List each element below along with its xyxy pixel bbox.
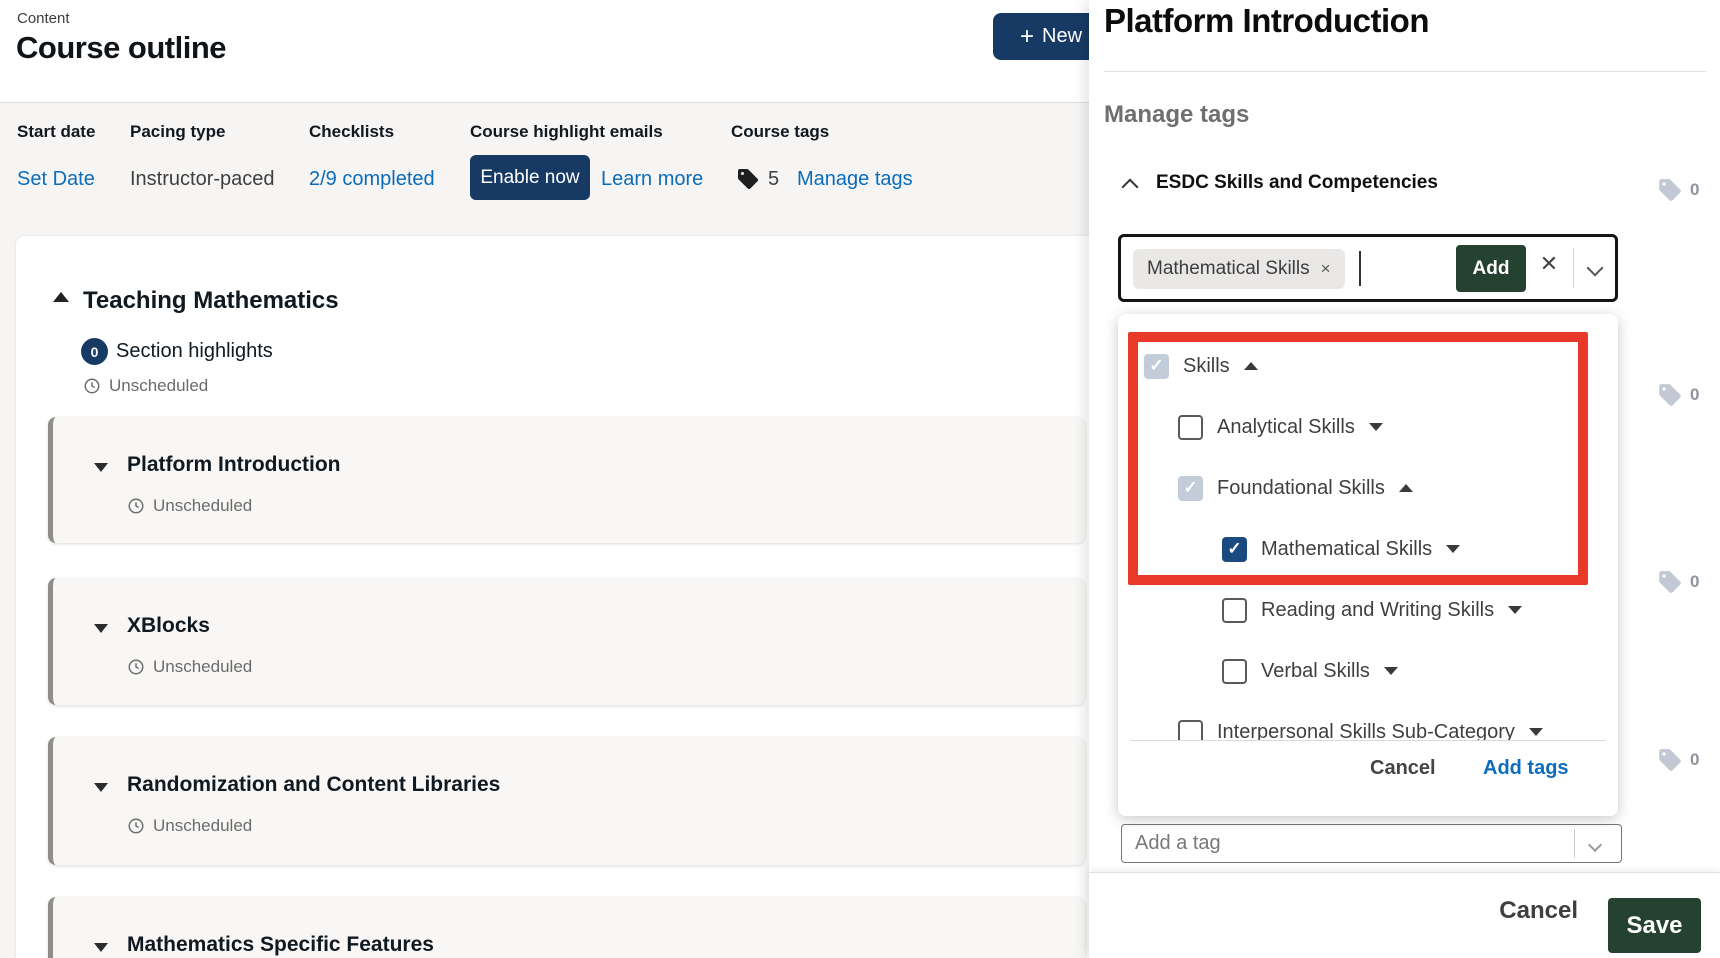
expand-subsection-icon[interactable] [94, 943, 108, 952]
add-button[interactable]: Add [1456, 245, 1526, 292]
expand-subsection-icon[interactable] [94, 463, 108, 472]
tag-option-verbal-skills[interactable]: Verbal Skills [1222, 656, 1398, 686]
clock-icon [83, 377, 101, 395]
subsection-title[interactable]: Platform Introduction [127, 453, 341, 477]
dropdown-cancel-button[interactable]: Cancel [1370, 757, 1436, 780]
collapse-taxonomy-icon[interactable] [1124, 180, 1136, 198]
tag-icon [1657, 569, 1683, 595]
divider [1573, 248, 1574, 288]
tag-option-reading-writing-skills[interactable]: Reading and Writing Skills [1222, 595, 1522, 625]
section-highlights-badge: 0 [81, 338, 108, 365]
tag-dropdown: ✓ Skills Analytical Skills ✓ Foundationa… [1118, 314, 1618, 816]
set-date-link[interactable]: Set Date [17, 168, 95, 191]
clock-icon [127, 817, 145, 835]
subsection-title[interactable]: XBlocks [127, 614, 210, 638]
page-title: Course outline [16, 30, 226, 66]
plus-icon: + [1020, 25, 1034, 49]
checklists-link[interactable]: 2/9 completed [309, 168, 435, 191]
tag-option-interpersonal-skills[interactable]: Interpersonal Skills Sub-Category [1178, 717, 1543, 740]
drawer-footer: Cancel Save [1089, 872, 1720, 958]
expand-subsection-icon[interactable] [94, 624, 108, 633]
new-button-label: New [1042, 25, 1082, 48]
tag-icon [736, 167, 760, 191]
divider [1574, 829, 1575, 858]
expand-icon[interactable] [1529, 728, 1543, 736]
tag-icon [1657, 177, 1683, 203]
tag-combobox[interactable]: Mathematical Skills × Add ✕ [1118, 234, 1618, 302]
checkbox-checked[interactable]: ✓ [1222, 537, 1247, 562]
cancel-button[interactable]: Cancel [1499, 897, 1578, 925]
clear-icon[interactable]: ✕ [1533, 251, 1565, 277]
divider [1130, 740, 1606, 741]
collapse-icon[interactable] [1244, 362, 1258, 370]
start-date-label: Start date [17, 122, 95, 142]
expand-icon[interactable] [1508, 606, 1522, 614]
subsection-card-randomization[interactable]: Randomization and Content Libraries Unsc… [48, 737, 1085, 865]
clock-icon [127, 658, 145, 676]
expand-subsection-icon[interactable] [94, 783, 108, 792]
section-schedule: Unscheduled [83, 376, 208, 396]
course-tags-label: Course tags [731, 122, 829, 142]
expand-icon[interactable] [1369, 423, 1383, 431]
save-button[interactable]: Save [1608, 898, 1701, 953]
dropdown-add-tags-button[interactable]: Add tags [1483, 757, 1569, 780]
chevron-down-icon[interactable] [1589, 261, 1601, 279]
taxonomy-tag-count: 0 [1657, 569, 1699, 595]
subsection-schedule: Unscheduled [127, 496, 252, 516]
manage-tags-heading: Manage tags [1104, 101, 1249, 129]
tag-option-skills[interactable]: ✓ Skills [1144, 351, 1258, 381]
remove-chip-icon[interactable]: × [1321, 259, 1331, 279]
subsection-schedule: Unscheduled [127, 657, 252, 677]
subsection-card-xblocks[interactable]: XBlocks Unscheduled [48, 578, 1085, 705]
tag-option-mathematical-skills[interactable]: ✓ Mathematical Skills [1222, 534, 1460, 564]
breadcrumb: Content [17, 10, 70, 27]
learn-more-link[interactable]: Learn more [601, 168, 703, 191]
expand-icon[interactable] [1384, 667, 1398, 675]
subsection-card-platform-introduction[interactable]: Platform Introduction Unscheduled [48, 417, 1085, 543]
subsection-schedule: Unscheduled [127, 816, 252, 836]
text-cursor [1359, 251, 1361, 286]
manage-tags-link[interactable]: Manage tags [797, 168, 913, 191]
course-outline-page: Content Course outline + New Start date … [0, 0, 1720, 958]
clock-icon [127, 497, 145, 515]
pacing-type-value: Instructor-paced [130, 168, 275, 191]
subsection-card-mathematics-features[interactable]: Mathematics Specific Features [48, 897, 1085, 958]
enable-now-button[interactable]: Enable now [470, 155, 590, 200]
collapse-icon[interactable] [1399, 484, 1413, 492]
selected-tag-chip: Mathematical Skills × [1133, 249, 1345, 289]
subsection-title[interactable]: Randomization and Content Libraries [127, 773, 500, 797]
chevron-down-icon[interactable] [1590, 837, 1600, 855]
subsection-title[interactable]: Mathematics Specific Features [127, 933, 434, 957]
taxonomy-tag-count: 0 [1657, 382, 1699, 408]
pacing-type-label: Pacing type [130, 122, 225, 142]
tag-tree: ✓ Skills Analytical Skills ✓ Foundationa… [1118, 314, 1618, 740]
highlight-emails-label: Course highlight emails [470, 122, 663, 142]
drawer-title: Platform Introduction [1104, 2, 1429, 40]
taxonomy-tag-count: 0 [1657, 177, 1699, 203]
checkbox-implicit[interactable]: ✓ [1144, 354, 1169, 379]
section-title[interactable]: Teaching Mathematics [83, 287, 339, 315]
collapse-section-icon[interactable] [53, 292, 69, 302]
tag-option-foundational-skills[interactable]: ✓ Foundational Skills [1178, 473, 1413, 503]
divider [1104, 71, 1706, 72]
checkbox-unchecked[interactable] [1222, 598, 1247, 623]
section-highlights-label[interactable]: Section highlights [116, 340, 273, 363]
tag-icon [1657, 382, 1683, 408]
checklists-label: Checklists [309, 122, 394, 142]
course-tags-count: 5 [768, 168, 779, 191]
add-tag-input[interactable] [1122, 825, 1562, 862]
add-tag-field[interactable] [1121, 824, 1622, 863]
checkbox-unchecked[interactable] [1178, 415, 1203, 440]
chip-label: Mathematical Skills [1147, 258, 1310, 280]
manage-tags-drawer: Platform Introduction Manage tags ESDC S… [1089, 0, 1720, 958]
expand-icon[interactable] [1446, 545, 1460, 553]
checkbox-implicit[interactable]: ✓ [1178, 476, 1203, 501]
checkbox-unchecked[interactable] [1178, 720, 1203, 741]
tag-icon [1657, 747, 1683, 773]
tag-option-analytical-skills[interactable]: Analytical Skills [1178, 412, 1383, 442]
taxonomy-tag-count: 0 [1657, 747, 1699, 773]
taxonomy-name[interactable]: ESDC Skills and Competencies [1156, 172, 1438, 194]
checkbox-unchecked[interactable] [1222, 659, 1247, 684]
